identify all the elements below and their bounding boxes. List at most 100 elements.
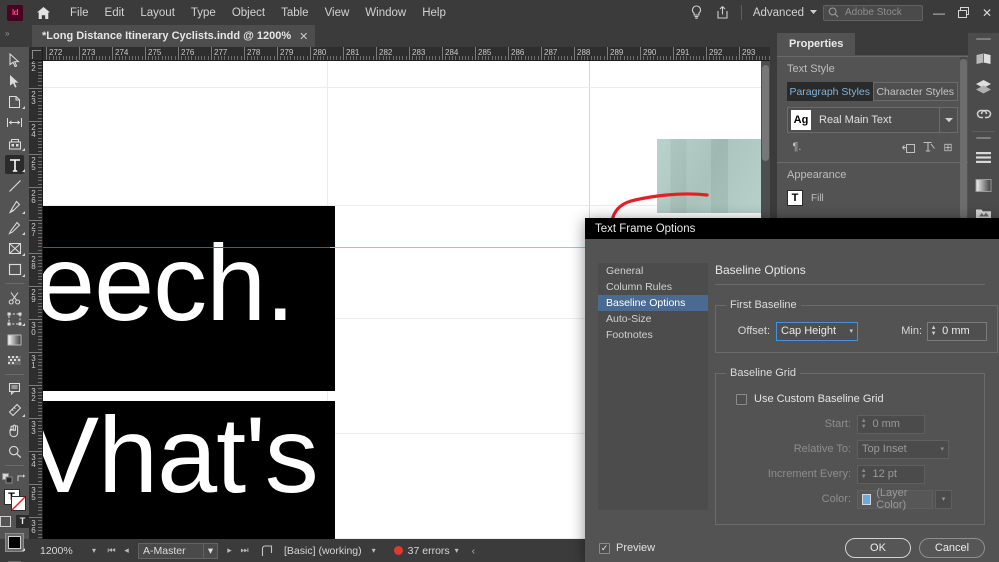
- relative-to-select[interactable]: Top Inset ▾: [857, 439, 949, 459]
- stock-search-input[interactable]: Adobe Stock: [823, 4, 923, 21]
- preview-toggle[interactable]: ✓ Preview: [599, 542, 655, 554]
- close-button[interactable]: ✕: [975, 0, 999, 25]
- properties-scroll-thumb[interactable]: [960, 59, 967, 219]
- headline-line-2[interactable]: Vhat's: [43, 401, 319, 509]
- rectangle-tool[interactable]: [0, 259, 29, 280]
- status-overflow-icon[interactable]: ‹: [472, 545, 476, 557]
- min-spinner-icon[interactable]: ▲ ▼: [928, 323, 939, 340]
- start-spinner-icon[interactable]: ▲ ▼: [858, 416, 869, 433]
- gap-tool[interactable]: [0, 112, 29, 133]
- teal-photo-frame[interactable]: [657, 139, 770, 213]
- frame-tool[interactable]: [0, 238, 29, 259]
- dialog-nav-column-rules[interactable]: Column Rules: [598, 279, 708, 295]
- cancel-button[interactable]: Cancel: [919, 538, 985, 558]
- redefine-style-icon[interactable]: [898, 138, 918, 156]
- gradient-feather-tool[interactable]: [0, 350, 29, 371]
- gradient-swatch-tool[interactable]: [0, 329, 29, 350]
- error-count-indicator[interactable]: 37 errors ▾ ‹: [393, 545, 476, 557]
- ruler-origin-handle[interactable]: [29, 47, 43, 61]
- grid-color-dropdown-button[interactable]: ▾: [935, 489, 952, 509]
- document-tab[interactable]: *Long Distance Itinerary Cyclists.indd @…: [32, 25, 316, 47]
- offset-select[interactable]: Cap Height ▾: [776, 321, 858, 341]
- close-icon[interactable]: ✕: [299, 30, 308, 43]
- horizontal-ruler[interactable]: 272 273 274 275 276 277 278 279 280 281 282 283 284 2…: [43, 47, 770, 61]
- zoom-tool[interactable]: [0, 441, 29, 462]
- menu-object[interactable]: Object: [224, 4, 273, 22]
- use-custom-baseline-grid-row[interactable]: Use Custom Baseline Grid: [726, 388, 974, 410]
- direct-selection-tool[interactable]: [0, 70, 29, 91]
- master-chevron-down-icon[interactable]: ▾: [203, 542, 217, 559]
- pen-tool[interactable]: [0, 196, 29, 217]
- previous-page-button[interactable]: ◂: [119, 545, 134, 556]
- error-chevron-down-icon[interactable]: ▾: [455, 546, 459, 555]
- content-collector-tool[interactable]: [0, 133, 29, 154]
- fill-stroke-indicator[interactable]: T: [0, 487, 29, 512]
- increment-value-input[interactable]: [869, 468, 924, 480]
- preflight-chevron-down-icon[interactable]: ▾: [372, 546, 376, 555]
- tab-paragraph-styles[interactable]: Paragraph Styles: [787, 82, 873, 101]
- paragraph-styles-icon[interactable]: [968, 143, 999, 171]
- next-page-button[interactable]: ▸: [222, 545, 237, 556]
- appearance-fill-row[interactable]: T Fill: [787, 188, 958, 208]
- last-page-button[interactable]: ⏭: [237, 545, 252, 556]
- pencil-tool[interactable]: [0, 217, 29, 238]
- formatting-affects-row[interactable]: T: [0, 512, 29, 530]
- master-page-field[interactable]: A-Master ▾: [138, 542, 219, 559]
- ok-button[interactable]: OK: [845, 538, 911, 558]
- dialog-nav-footnotes[interactable]: Footnotes: [598, 327, 708, 343]
- menu-table[interactable]: Table: [273, 4, 317, 22]
- use-custom-baseline-grid-checkbox[interactable]: [736, 393, 747, 405]
- measure-tool[interactable]: [0, 399, 29, 420]
- restore-button[interactable]: [951, 0, 975, 25]
- menu-window[interactable]: Window: [357, 4, 414, 22]
- dock-grip-2[interactable]: [976, 137, 991, 139]
- menu-view[interactable]: View: [317, 4, 358, 22]
- fill-stroke-swap-row[interactable]: [0, 469, 29, 487]
- page-tool[interactable]: [0, 91, 29, 112]
- pages-icon[interactable]: [968, 44, 999, 72]
- new-style-icon[interactable]: ⊞: [938, 138, 958, 156]
- paragraph-style-dropdown[interactable]: Ag Real Main Text: [787, 107, 958, 133]
- min-value-input[interactable]: [939, 325, 986, 337]
- menu-file[interactable]: File: [62, 4, 97, 22]
- lightbulb-icon[interactable]: [684, 0, 710, 25]
- preflight-profile[interactable]: [Basic] (working) ▾: [284, 545, 384, 557]
- zoom-chevron-down-icon[interactable]: ▾: [92, 546, 96, 555]
- minimize-button[interactable]: —: [927, 0, 951, 25]
- paragraph-mark-icon[interactable]: ¶.: [787, 138, 807, 156]
- selection-tool[interactable]: [0, 49, 29, 70]
- layers-icon[interactable]: [968, 72, 999, 100]
- hand-tool[interactable]: [0, 420, 29, 441]
- min-stepper[interactable]: ▲ ▼: [927, 321, 987, 341]
- tab-properties[interactable]: Properties: [777, 33, 856, 55]
- start-value-input[interactable]: [869, 418, 924, 430]
- menu-layout[interactable]: Layout: [132, 4, 183, 22]
- dialog-nav-baseline-options[interactable]: Baseline Options: [598, 295, 708, 311]
- share-icon[interactable]: [710, 0, 736, 25]
- headline-line-1[interactable]: eech.: [43, 229, 295, 337]
- dock-grip-1[interactable]: [976, 38, 991, 40]
- menu-edit[interactable]: Edit: [97, 4, 133, 22]
- fill-target-chip[interactable]: T: [787, 190, 803, 206]
- scissors-tool[interactable]: [0, 287, 29, 308]
- first-page-button[interactable]: ⏮: [104, 545, 119, 556]
- chevron-down-icon[interactable]: [939, 108, 957, 132]
- tab-character-styles[interactable]: Character Styles: [872, 82, 958, 101]
- menu-type[interactable]: Type: [183, 4, 224, 22]
- free-transform-tool[interactable]: [0, 308, 29, 329]
- line-tool[interactable]: [0, 175, 29, 196]
- start-stepper[interactable]: ▲ ▼: [857, 414, 925, 434]
- workspace-switcher[interactable]: Advanced: [747, 5, 823, 21]
- links-icon[interactable]: [968, 100, 999, 128]
- home-icon[interactable]: [32, 0, 54, 25]
- grid-color-select[interactable]: (Layer Color): [857, 487, 933, 511]
- increment-spinner-icon[interactable]: ▲ ▼: [858, 466, 869, 483]
- note-tool[interactable]: [0, 378, 29, 399]
- dialog-nav-general[interactable]: General: [598, 263, 708, 279]
- type-tool[interactable]: [0, 154, 29, 175]
- vertical-ruler[interactable]: 22 23 24 25 26 27 28 29 30 31 32 33 34 35 36: [29, 61, 43, 539]
- dialog-nav-auto-size[interactable]: Auto-Size: [598, 311, 708, 327]
- preview-checkbox[interactable]: ✓: [599, 542, 610, 554]
- page-turn-icon[interactable]: [258, 544, 276, 557]
- clear-overrides-icon[interactable]: [918, 138, 938, 156]
